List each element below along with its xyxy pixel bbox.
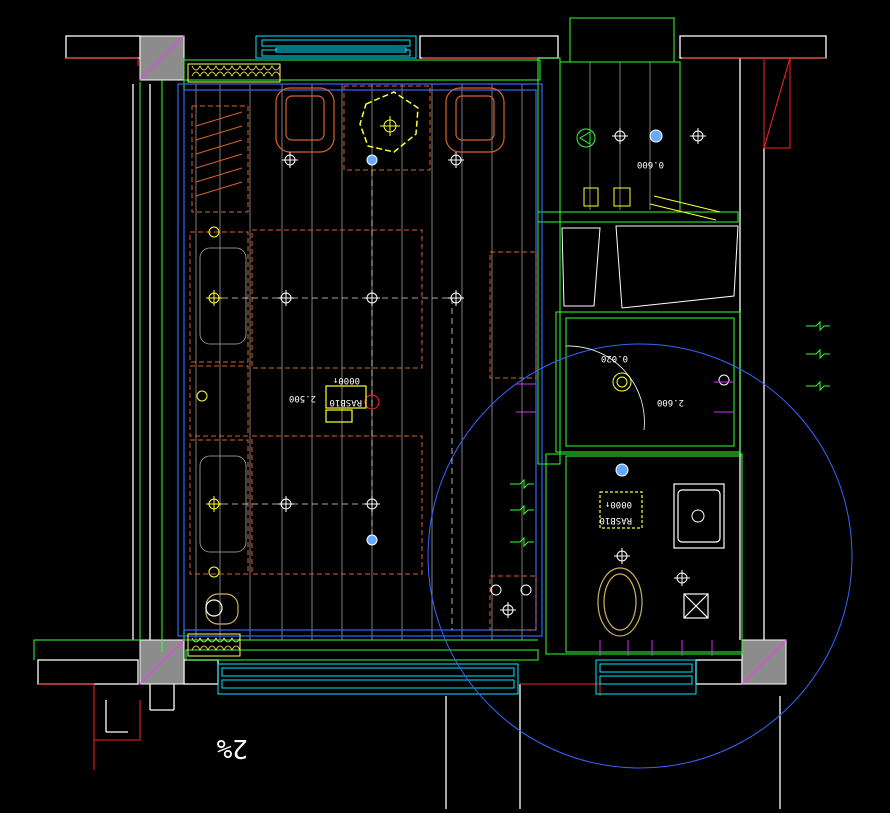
light-fixture (366, 154, 378, 166)
label-fixture-5: 2.600 (657, 397, 684, 407)
floor-plan-canvas: 0000↑ RASB10 2.500 0.020 2.600 0.600 000… (0, 0, 890, 809)
light-fixture (615, 463, 629, 477)
slope-label: 2% (216, 733, 248, 763)
label-fixture-4: 0.020 (601, 353, 628, 363)
label-lamp-1: 0000↑ (333, 375, 360, 385)
label-fixture-3: 2.500 (289, 393, 316, 403)
light-fixture (366, 534, 378, 546)
light-fixture (649, 129, 663, 143)
cad-floor-plan: 0000↑ RASB10 2.500 0.020 2.600 0.600 000… (0, 0, 890, 809)
label-fixture-6: 0.600 (637, 159, 664, 169)
label-fixture-7: 0000↑ (605, 499, 632, 509)
label-lamp-2: RASB10 (329, 397, 362, 407)
label-fixture-8: RASB10 (599, 515, 632, 525)
